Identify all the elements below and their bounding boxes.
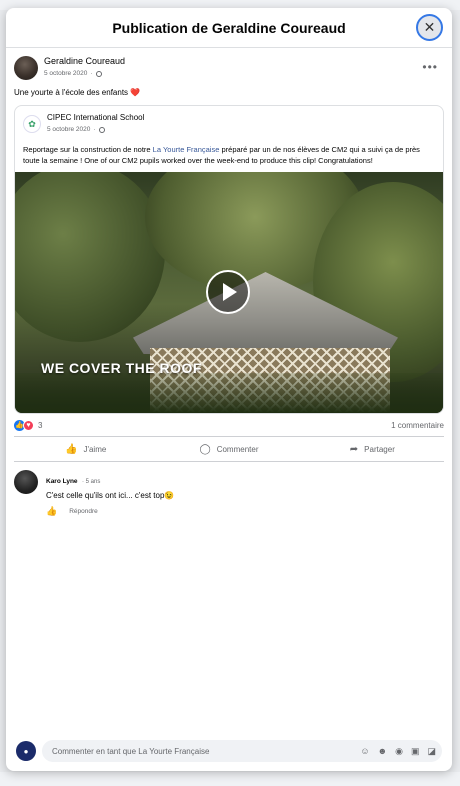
current-user-avatar[interactable]: ● [16, 741, 36, 761]
video-frame-tree [15, 172, 165, 342]
comments-count[interactable]: 1 commentaire [391, 421, 444, 430]
emoji-icon[interactable]: ☻ [378, 746, 387, 756]
author-avatar[interactable] [14, 56, 38, 80]
thumbs-up-icon: 👍 [65, 443, 78, 455]
close-icon: ✕ [423, 19, 436, 35]
avatar-sticker-icon[interactable]: ☺ [360, 746, 369, 756]
author-name[interactable]: Geraldine Coureaud [44, 56, 422, 66]
share-label: Partager [364, 444, 395, 454]
sticker-icon[interactable]: ◪ [427, 746, 436, 757]
modal-title: Publication de Geraldine Coureaud [112, 19, 346, 36]
comment-label: Commenter [216, 444, 259, 454]
camera-icon[interactable]: ◉ [395, 746, 403, 757]
school-logo-icon[interactable]: ✿ [23, 115, 41, 133]
post-text: Une yourte à l'école des enfants ❤️ [6, 88, 452, 97]
modal-header: Publication de Geraldine Coureaud ✕ [6, 8, 452, 48]
play-button[interactable] [206, 270, 250, 314]
comment-input-wrap: ☺ ☻ ◉ ▣ ◪ [42, 740, 442, 762]
reply-button[interactable]: Répondre [69, 508, 98, 515]
comment-like-icon[interactable]: 👍 [46, 506, 57, 517]
shared-meta: 5 octobre 2020 · [47, 126, 144, 133]
speech-bubble-icon: ◯ [199, 443, 211, 455]
video-frame-ground [15, 373, 443, 413]
reactions-summary[interactable]: 👍 ♥ 3 [14, 419, 43, 431]
background-bottom-bar [0, 772, 460, 786]
reactions-count: 3 [38, 420, 43, 430]
post-header: Geraldine Coureaud 5 octobre 2020 · ••• [6, 48, 452, 92]
separator-dot: · [93, 126, 96, 133]
share-arrow-icon: ➦ [349, 443, 359, 455]
commenter-avatar[interactable] [14, 470, 38, 494]
commenter-name[interactable]: Karo Lyne [46, 478, 78, 485]
comment-text: C'est celle qu'ils ont ici... c'est top😉 [46, 491, 175, 500]
comment-header: Karo Lyne · 5 ans [46, 470, 174, 488]
shared-post-header: ✿ CIPEC International School 5 octobre 2… [15, 106, 443, 142]
video-player[interactable]: WE COVER THE ROOF [15, 172, 443, 413]
gif-icon[interactable]: ▣ [411, 746, 420, 757]
post-modal: Publication de Geraldine Coureaud ✕ Gera… [6, 8, 452, 771]
comment-input[interactable] [52, 746, 353, 756]
page-link[interactable]: La Yourte Française [153, 145, 220, 154]
post-date[interactable]: 5 octobre 2020 [44, 70, 87, 77]
shared-post: ✿ CIPEC International School 5 octobre 2… [14, 105, 444, 414]
comment-composer: ● ☺ ☻ ◉ ▣ ◪ [6, 731, 452, 771]
post-meta: 5 octobre 2020 · [44, 70, 422, 77]
comment-item: Karo Lyne · 5 ans C'est celle qu'ils ont… [6, 462, 452, 517]
shared-text: Reportage sur la construction de notre L… [15, 142, 443, 172]
video-caption: WE COVER THE ROOF [41, 360, 202, 376]
separator-dot: · [90, 70, 93, 77]
comment-time[interactable]: 5 ans [86, 479, 101, 485]
globe-icon [95, 70, 102, 77]
shared-date[interactable]: 5 octobre 2020 [47, 126, 90, 133]
play-icon [223, 283, 237, 301]
like-button[interactable]: 👍 J'aime [14, 444, 157, 455]
post-text-body: Une yourte à l'école des enfants [14, 88, 129, 97]
shared-page-name[interactable]: CIPEC International School [47, 113, 144, 122]
post-actions: 👍 J'aime ◯ Commenter ➦ Partager [14, 436, 444, 462]
close-button[interactable]: ✕ [416, 14, 443, 41]
comment-actions: 👍 Répondre [46, 506, 174, 517]
globe-icon [98, 126, 105, 133]
post-stats: 👍 ♥ 3 1 commentaire [6, 414, 452, 436]
like-label: J'aime [83, 444, 107, 454]
heart-icon: ❤️ [130, 88, 141, 97]
shared-text-before: Reportage sur la construction de notre [23, 145, 153, 154]
share-button[interactable]: ➦ Partager [301, 444, 444, 455]
more-options-icon[interactable]: ••• [422, 60, 438, 74]
love-reaction-icon: ♥ [23, 419, 34, 431]
comment-button[interactable]: ◯ Commenter [157, 444, 300, 455]
